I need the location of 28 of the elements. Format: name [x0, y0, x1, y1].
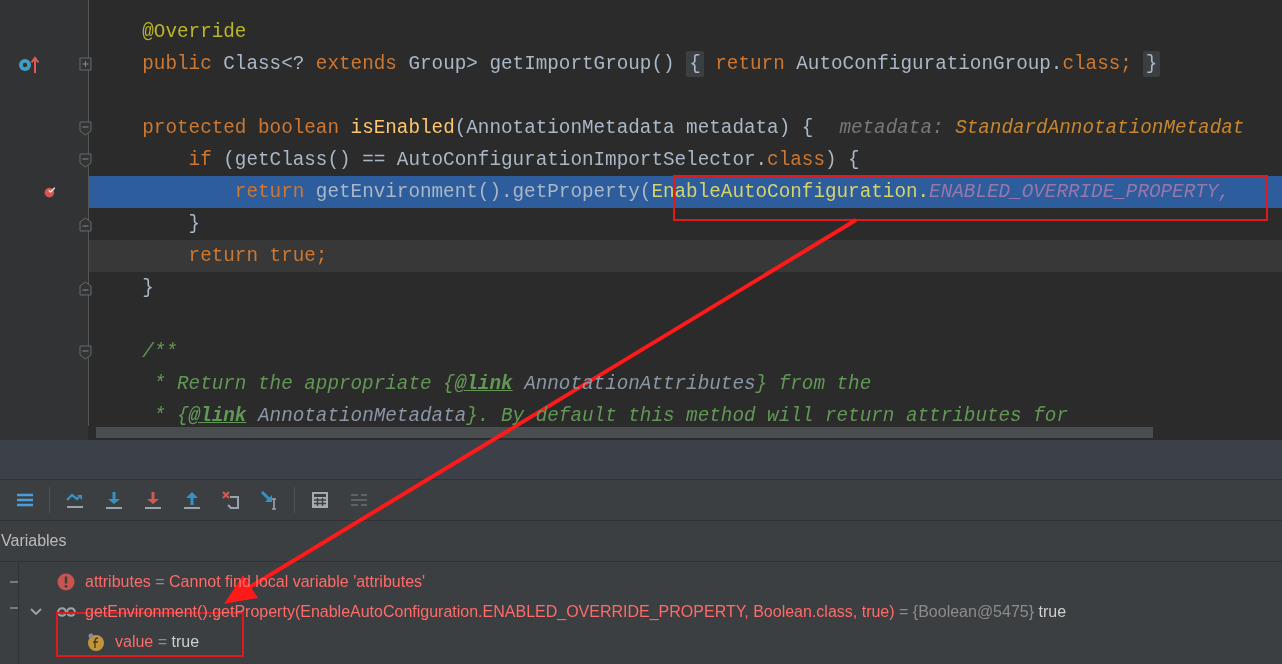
- fold-icon: [79, 153, 92, 168]
- panel-title: Variables: [1, 532, 67, 550]
- calculator-icon[interactable]: [309, 489, 330, 511]
- code-line: @Override: [141, 21, 247, 43]
- drop-frame-icon[interactable]: [220, 489, 241, 511]
- code-line: }: [141, 277, 154, 299]
- code-line: public Class<? extends Group> getImportGroup() { return AutoConfigurationGroup.class; }: [96, 53, 1161, 75]
- code-line: if (getClass() == AutoConfigurationImportSelector.class) {: [187, 149, 860, 171]
- force-step-into-icon[interactable]: [142, 489, 163, 511]
- fold-icon: [79, 121, 92, 136]
- step-into-icon[interactable]: [103, 489, 124, 511]
- scrollbar-thumb[interactable]: [96, 427, 1153, 438]
- fold-icon: [79, 217, 92, 232]
- code-line: protected boolean isEnabled(AnnotationMetadata metadata) {: [141, 117, 814, 139]
- code-line: * {@link AnnotationMetadata}. By default this method will return attributes for: [152, 405, 1068, 426]
- fold-icon: [79, 57, 92, 72]
- override-icon: [18, 54, 40, 74]
- variable-entry[interactable]: getEnvironment().getProperty(EnableAutoConfiguration.ENABLED_OVERRIDE_PROPERTY, Boolean.class, true) = {Boolean@5475} true: [85, 603, 1067, 621]
- code-line: return true;: [187, 245, 328, 267]
- variable-entry[interactable]: value = true: [115, 633, 200, 651]
- fold-icon: [79, 345, 92, 360]
- code-line: }: [187, 213, 201, 235]
- fold-icon: [79, 281, 92, 296]
- parameter-hint: metadata: StandardAnnotationMetadat: [839, 117, 1245, 139]
- code-line: /**: [141, 341, 177, 363]
- step-out-icon[interactable]: [181, 489, 202, 511]
- field-icon: [87, 632, 106, 652]
- error-icon: [57, 572, 76, 592]
